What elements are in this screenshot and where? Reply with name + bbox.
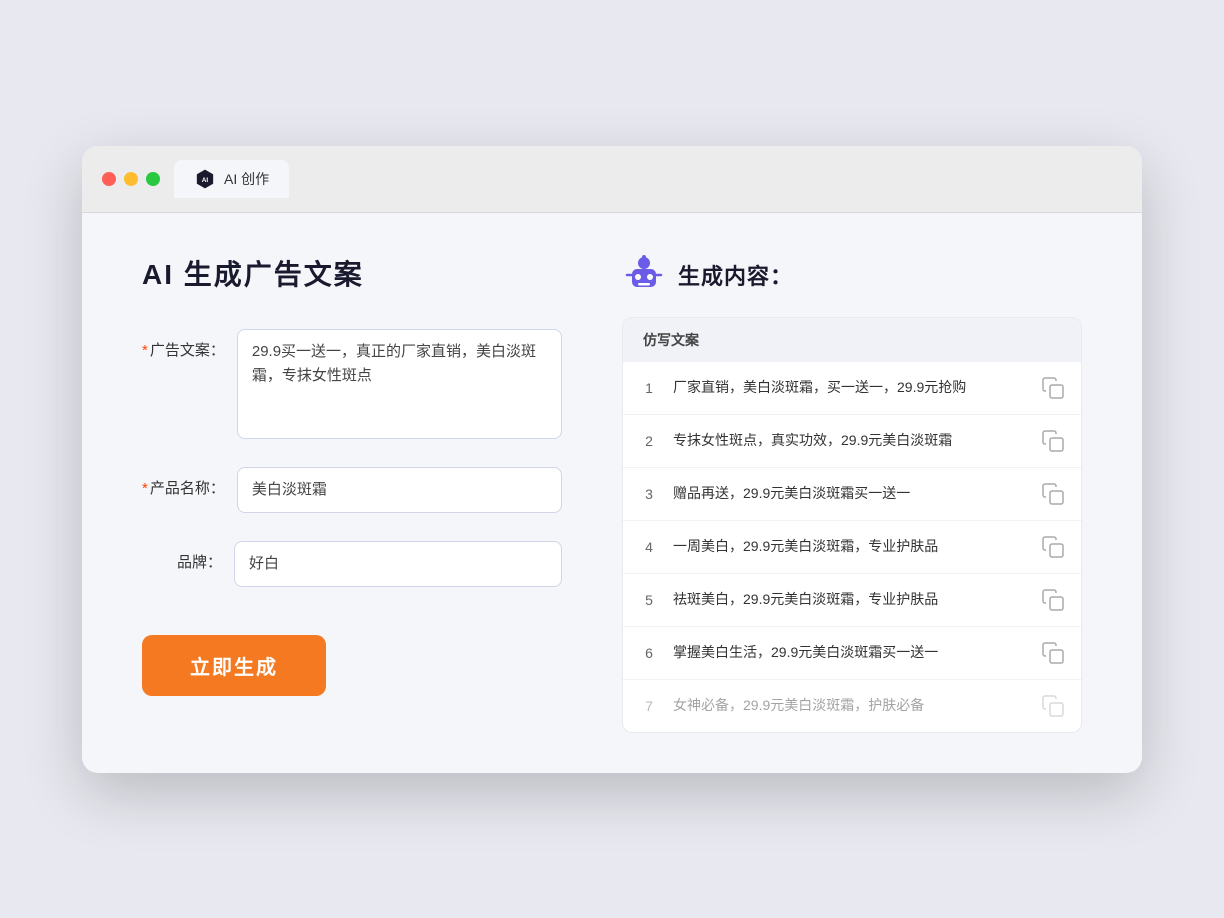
table-row: 2 专抹女性斑点，真实功效，29.9元美白淡斑霜 <box>623 415 1081 468</box>
copy-icon[interactable] <box>1041 376 1065 400</box>
product-name-label: *产品名称： <box>142 467 225 498</box>
row-num: 7 <box>639 698 659 714</box>
row-num: 5 <box>639 592 659 608</box>
generate-button[interactable]: 立即生成 <box>142 635 326 696</box>
row-num: 2 <box>639 433 659 449</box>
product-name-input[interactable] <box>237 467 562 513</box>
row-num: 1 <box>639 380 659 396</box>
table-row: 6 掌握美白生活，29.9元美白淡斑霜买一送一 <box>623 627 1081 680</box>
table-header: 仿写文案 <box>623 318 1081 362</box>
row-text: 女神必备，29.9元美白淡斑霜，护肤必备 <box>673 695 1027 716</box>
row-text: 掌握美白生活，29.9元美白淡斑霜买一送一 <box>673 642 1027 663</box>
row-text: 厂家直销，美白淡斑霜，买一送一，29.9元抢购 <box>673 377 1027 398</box>
page-title: AI 生成广告文案 <box>142 253 562 293</box>
row-num: 6 <box>639 645 659 661</box>
right-panel: 生成内容： 仿写文案 1 厂家直销，美白淡斑霜，买一送一，29.9元抢购 2 专… <box>622 253 1082 733</box>
result-header: 生成内容： <box>622 253 1082 297</box>
table-row: 5 祛斑美白，29.9元美白淡斑霜，专业护肤品 <box>623 574 1081 627</box>
copy-icon[interactable] <box>1041 641 1065 665</box>
brand-label: 品牌： <box>142 541 222 572</box>
traffic-lights <box>102 172 160 186</box>
table-row: 7 女神必备，29.9元美白淡斑霜，护肤必备 <box>623 680 1081 732</box>
row-text: 祛斑美白，29.9元美白淡斑霜，专业护肤品 <box>673 589 1027 610</box>
brand-group: 品牌： <box>142 541 562 587</box>
tab-ai-creation[interactable]: AI AI 创作 <box>174 160 289 198</box>
result-table: 仿写文案 1 厂家直销，美白淡斑霜，买一送一，29.9元抢购 2 专抹女性斑点，… <box>622 317 1082 733</box>
tab-label: AI 创作 <box>224 169 269 189</box>
ai-tab-icon: AI <box>194 168 216 190</box>
left-panel: AI 生成广告文案 *广告文案： *产品名称： 品牌： 立即生成 <box>142 253 562 733</box>
brand-input[interactable] <box>234 541 562 587</box>
table-row: 3 赠品再送，29.9元美白淡斑霜买一送一 <box>623 468 1081 521</box>
row-text: 赠品再送，29.9元美白淡斑霜买一送一 <box>673 483 1027 504</box>
required-star-product: * <box>142 480 148 497</box>
title-bar: AI AI 创作 <box>82 146 1142 213</box>
maximize-button[interactable] <box>146 172 160 186</box>
row-text: 一周美白，29.9元美白淡斑霜，专业护肤品 <box>673 536 1027 557</box>
browser-window: AI AI 创作 AI 生成广告文案 *广告文案： *产品名称： <box>82 146 1142 773</box>
row-text: 专抹女性斑点，真实功效，29.9元美白淡斑霜 <box>673 430 1027 451</box>
svg-text:AI: AI <box>202 177 209 184</box>
copy-icon[interactable] <box>1041 535 1065 559</box>
ad-copy-textarea[interactable] <box>237 329 562 439</box>
row-num: 4 <box>639 539 659 555</box>
copy-icon[interactable] <box>1041 694 1065 718</box>
close-button[interactable] <box>102 172 116 186</box>
copy-icon[interactable] <box>1041 588 1065 612</box>
product-name-group: *产品名称： <box>142 467 562 513</box>
result-title: 生成内容： <box>678 259 793 291</box>
ad-copy-group: *广告文案： <box>142 329 562 439</box>
minimize-button[interactable] <box>124 172 138 186</box>
content-area: AI 生成广告文案 *广告文案： *产品名称： 品牌： 立即生成 <box>82 213 1142 773</box>
table-row: 4 一周美白，29.9元美白淡斑霜，专业护肤品 <box>623 521 1081 574</box>
robot-icon <box>622 253 666 297</box>
table-row: 1 厂家直销，美白淡斑霜，买一送一，29.9元抢购 <box>623 362 1081 415</box>
copy-icon[interactable] <box>1041 482 1065 506</box>
row-num: 3 <box>639 486 659 502</box>
copy-icon[interactable] <box>1041 429 1065 453</box>
ad-copy-label: *广告文案： <box>142 329 225 360</box>
required-star-ad: * <box>142 342 148 359</box>
